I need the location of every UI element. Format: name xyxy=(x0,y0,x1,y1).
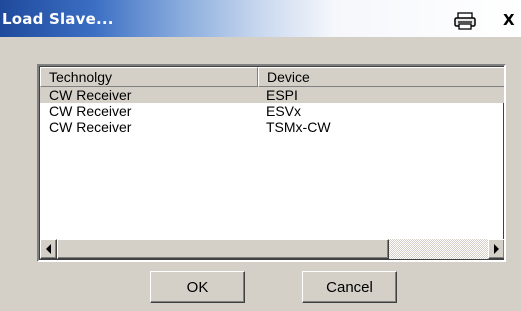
window-title: Load Slave... xyxy=(2,10,114,28)
scroll-right-button[interactable] xyxy=(488,239,504,259)
list-row[interactable]: CW Receiver TSMx-CW xyxy=(40,119,504,135)
printer-icon[interactable] xyxy=(452,11,478,31)
scrollbar-thumb[interactable] xyxy=(57,239,389,259)
slave-list[interactable]: Technolgy Device CW Receiver ESPI CW Rec… xyxy=(37,64,506,262)
column-header-technology[interactable]: Technolgy xyxy=(40,67,258,87)
cell-device: ESVx xyxy=(266,103,302,119)
cell-technology: CW Receiver xyxy=(49,119,132,135)
horizontal-scrollbar[interactable] xyxy=(40,239,504,259)
cell-device: TSMx-CW xyxy=(266,119,331,135)
list-rows: CW Receiver ESPI CW Receiver ESVx CW Rec… xyxy=(40,87,504,135)
scroll-left-button[interactable] xyxy=(40,239,57,259)
ok-button[interactable]: OK xyxy=(150,271,245,303)
cell-technology: CW Receiver xyxy=(49,103,132,119)
scroll-left-arrow-icon xyxy=(46,244,51,254)
list-header: Technolgy Device xyxy=(40,67,504,87)
cancel-button[interactable]: Cancel xyxy=(302,271,397,303)
scrollbar-track[interactable] xyxy=(57,239,488,259)
cell-device: ESPI xyxy=(266,87,298,103)
list-row[interactable]: CW Receiver ESVx xyxy=(40,103,504,119)
cell-technology: CW Receiver xyxy=(49,87,132,103)
title-bar[interactable]: Load Slave... X xyxy=(0,0,521,37)
list-row[interactable]: CW Receiver ESPI xyxy=(40,87,504,103)
column-header-device[interactable]: Device xyxy=(258,67,504,87)
load-slave-dialog: Load Slave... X Technolgy Device CW Rece… xyxy=(0,0,521,311)
scroll-right-arrow-icon xyxy=(494,244,499,254)
close-icon[interactable]: X xyxy=(503,10,521,30)
